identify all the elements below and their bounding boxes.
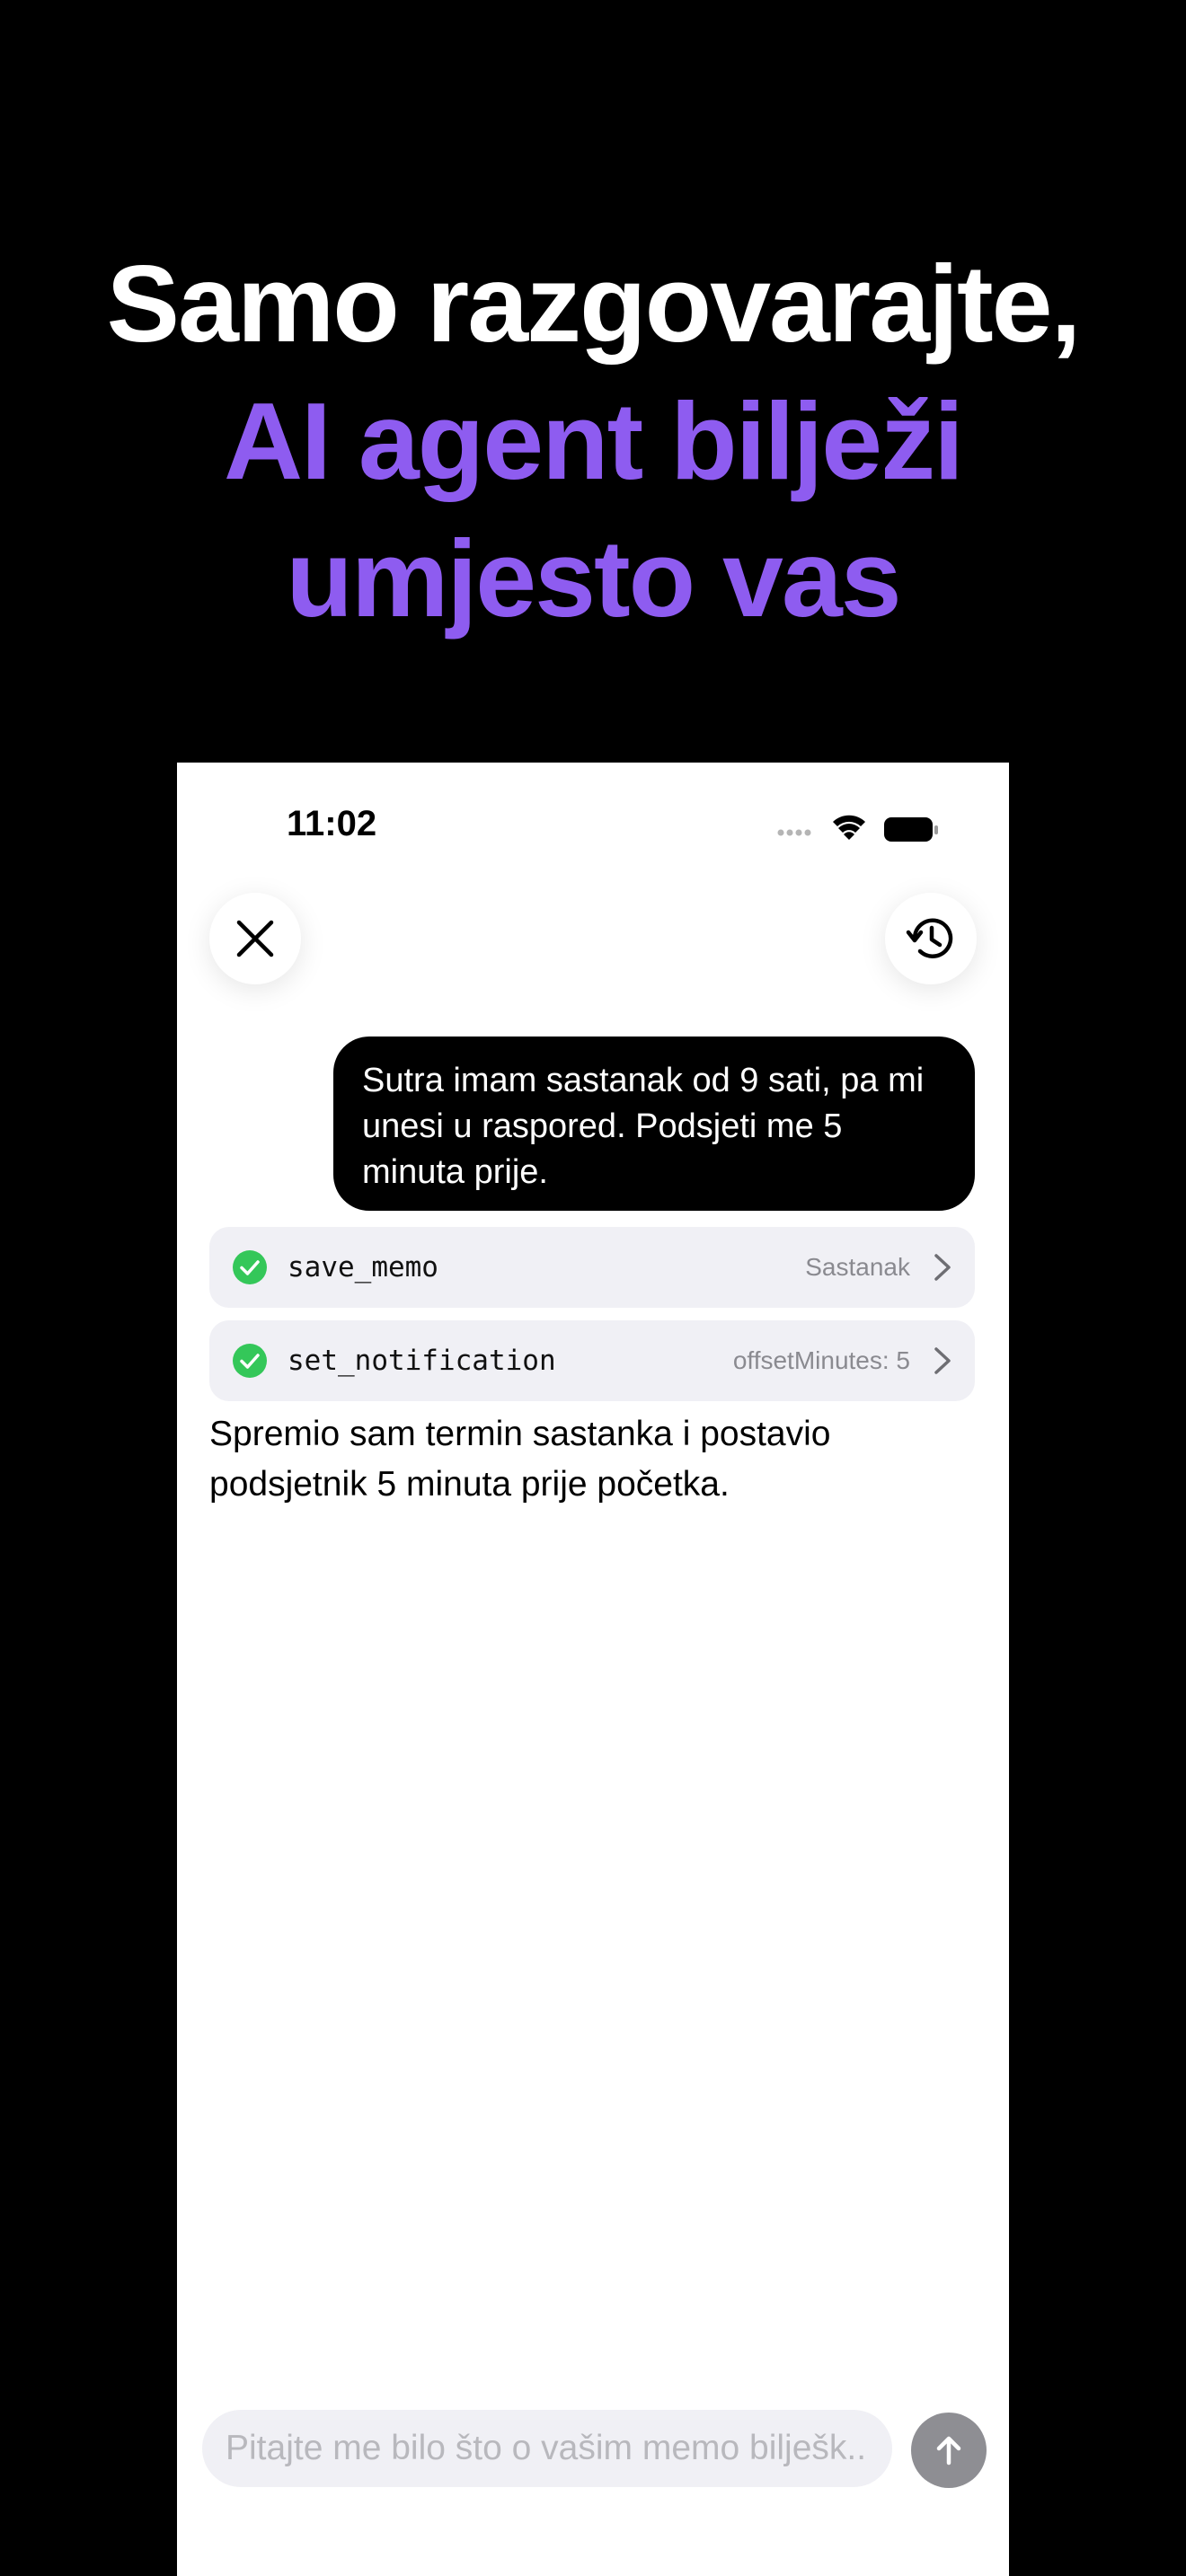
headline-line-1: Samo razgovarajte, (106, 243, 1082, 365)
tool-call-value: Sastanak (805, 1253, 910, 1281)
tool-call-value: offsetMinutes: 5 (732, 1346, 910, 1374)
wifi-icon (833, 815, 865, 840)
chevron-right-icon (934, 1347, 951, 1374)
battery-icon (884, 817, 938, 842)
headline: Samo razgovarajte, AI agent bilježi umje… (0, 235, 1186, 648)
close-button[interactable] (209, 893, 301, 984)
chevron-right-icon (934, 1254, 951, 1281)
close-icon (236, 920, 274, 957)
headline-line-2: AI agent bilježi (223, 380, 964, 502)
check-circle-icon (233, 1344, 267, 1378)
status-time: 11:02 (287, 804, 377, 843)
tool-call-row-set-notification[interactable]: set_notification offsetMinutes: 5 (209, 1320, 975, 1401)
history-button[interactable] (885, 893, 977, 984)
status-icons (777, 815, 938, 842)
history-icon (906, 918, 953, 958)
user-message-bubble: Sutra imam sastanak od 9 sati, pa mi une… (333, 1037, 975, 1211)
phone-screen: 11:02 Sutra imam sastanak od 9 sati, pa … (177, 763, 1009, 2576)
arrow-up-icon (936, 2436, 961, 2466)
cellular-signal-icon (777, 829, 811, 836)
assistant-message: Spremio sam termin sastanka i postavio p… (209, 1415, 831, 1504)
tool-call-row-save-memo[interactable]: save_memo Sastanak (209, 1227, 975, 1308)
tool-call-name: set_notification (288, 1345, 556, 1377)
tool-call-name: save_memo (288, 1251, 438, 1284)
headline-line-3: umjesto vas (286, 517, 901, 640)
send-button[interactable] (911, 2413, 987, 2488)
check-circle-icon (233, 1250, 267, 1284)
chat-input[interactable] (202, 2410, 892, 2487)
